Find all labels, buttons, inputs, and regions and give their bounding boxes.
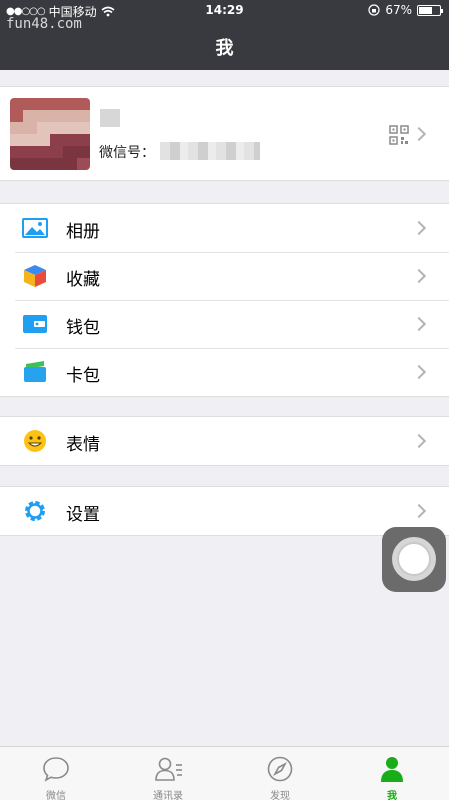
avatar-pixel — [49, 146, 64, 158]
avatar-pixel — [10, 98, 24, 110]
avatar-pixel — [36, 158, 50, 170]
avatar-pixel — [23, 134, 37, 146]
avatar-pixel — [76, 158, 90, 170]
avatar-pixel — [76, 146, 90, 158]
menu-item-card-holder[interactable]: 卡包 — [0, 348, 449, 396]
wechat-id-label: 微信号： — [99, 145, 155, 161]
orientation-lock-icon — [368, 4, 380, 16]
avatar-pixel — [49, 158, 64, 170]
chevron-right-icon — [411, 220, 427, 236]
avatar-pixel — [76, 134, 90, 146]
menu-item-settings[interactable]: 设置 — [0, 487, 449, 535]
chevron-right-icon — [411, 316, 427, 332]
avatar-pixel — [49, 134, 64, 146]
profile-card[interactable]: 微信号： — [0, 86, 449, 181]
avatar-pixel — [49, 122, 64, 134]
avatar-pixel — [23, 98, 37, 110]
me-icon — [381, 757, 403, 782]
chevron-right-icon — [411, 268, 427, 284]
sticker-icon — [24, 430, 46, 452]
avatar-pixel — [10, 122, 24, 134]
avatar-pixel — [10, 134, 24, 146]
nickname-blurred — [100, 109, 120, 127]
chevron-right-icon — [411, 364, 427, 380]
chevron-right-icon — [411, 503, 427, 519]
tab-bar: 微信 通讯录 发现 我 — [0, 746, 449, 800]
menu-label: 表情 — [66, 435, 100, 455]
settings-icon — [25, 501, 45, 521]
menu-item-wallet[interactable]: 钱包 — [0, 300, 449, 348]
top-bar: ●●○○○ 中国移动 14:29 67% fun48.com 我 — [0, 0, 449, 70]
watermark: fun48.com — [6, 16, 82, 32]
avatar-pixel — [23, 122, 37, 134]
menu-item-album[interactable]: 相册 — [0, 204, 449, 252]
chevron-right-icon — [411, 433, 427, 449]
battery-icon — [417, 4, 443, 16]
tab-label: 通讯录 — [153, 791, 183, 800]
menu-label: 钱包 — [66, 318, 100, 338]
menu-label: 相册 — [66, 222, 100, 242]
tab-contacts[interactable]: 通讯录 — [112, 747, 224, 800]
qr-code-icon[interactable] — [389, 125, 409, 145]
avatar-pixel — [76, 98, 90, 110]
avatar-pixel — [63, 110, 77, 122]
menu-label: 收藏 — [66, 270, 100, 290]
avatar-pixel — [63, 98, 77, 110]
avatar-pixel — [49, 98, 64, 110]
avatar-pixel — [36, 146, 50, 158]
avatar-pixel — [63, 158, 77, 170]
tab-me[interactable]: 我 — [336, 747, 448, 800]
menu-item-favorites[interactable]: 收藏 — [0, 252, 449, 300]
avatar-pixel — [63, 122, 77, 134]
avatar-pixel — [36, 122, 50, 134]
chat-icon — [43, 757, 69, 782]
avatar-pixel — [76, 122, 90, 134]
avatar-pixel — [63, 134, 77, 146]
avatar-pixel — [23, 158, 37, 170]
assistive-touch-center — [397, 542, 431, 576]
menu-group-1: 相册 收藏 钱包 卡包 — [0, 203, 449, 397]
avatar-pixel — [36, 134, 50, 146]
menu-group-2: 表情 — [0, 416, 449, 466]
assistive-touch-button[interactable] — [382, 527, 446, 592]
card-holder-icon — [24, 361, 46, 382]
menu-label: 设置 — [66, 505, 100, 525]
tab-label: 我 — [387, 791, 397, 800]
avatar-pixel — [49, 110, 64, 122]
tab-label: 发现 — [270, 791, 290, 800]
avatar-pixel — [10, 110, 24, 122]
contacts-icon — [155, 757, 182, 781]
chevron-right-icon — [411, 126, 427, 142]
menu-group-3: 设置 — [0, 486, 449, 536]
page-title: 我 — [215, 38, 234, 59]
avatar-pixel — [36, 110, 50, 122]
avatar-pixel — [10, 146, 24, 158]
tab-discover[interactable]: 发现 — [224, 747, 336, 800]
avatar-pixel — [36, 98, 50, 110]
avatar-pixel — [10, 158, 24, 170]
album-icon — [22, 218, 48, 238]
avatar — [10, 98, 90, 170]
tab-chats[interactable]: 微信 — [0, 747, 112, 800]
battery-percent: 67% — [385, 3, 412, 17]
menu-item-stickers[interactable]: 表情 — [0, 417, 449, 465]
avatar-pixel — [23, 110, 37, 122]
wechat-id-blurred — [160, 142, 260, 160]
menu-label: 卡包 — [66, 366, 100, 386]
wallet-icon — [23, 315, 47, 333]
discover-icon — [267, 756, 293, 782]
avatar-pixel — [63, 146, 77, 158]
tab-label: 微信 — [46, 791, 66, 800]
favorites-icon — [24, 265, 46, 287]
avatar-pixel — [76, 110, 90, 122]
avatar-pixel — [23, 146, 37, 158]
battery-fill — [419, 6, 432, 14]
